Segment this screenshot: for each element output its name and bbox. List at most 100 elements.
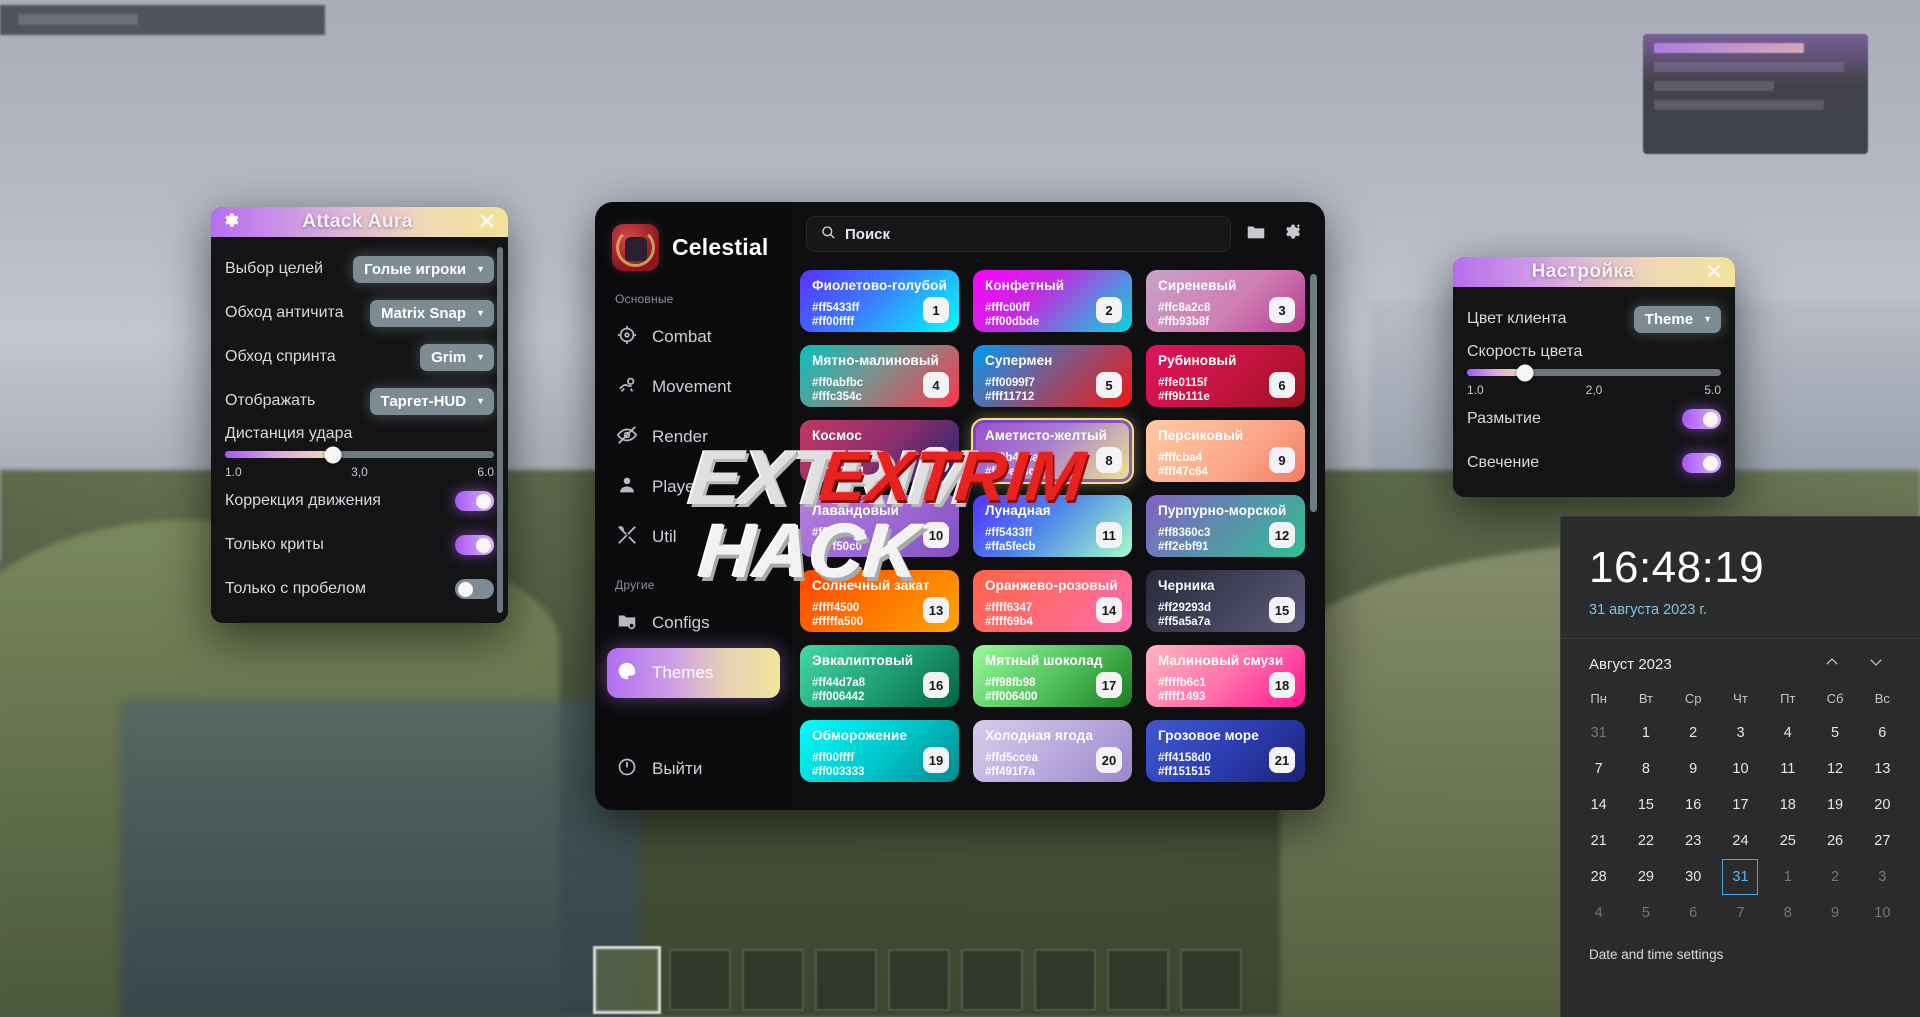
calendar-day[interactable]: 7 xyxy=(1575,751,1622,787)
display-dropdown[interactable]: Таргет-HUD ▼ xyxy=(369,387,494,415)
calendar-day[interactable]: 20 xyxy=(1859,787,1906,823)
calendar-day[interactable]: 6 xyxy=(1670,895,1717,931)
calendar-day[interactable]: 22 xyxy=(1622,823,1669,859)
chevron-up-icon[interactable] xyxy=(1810,653,1854,676)
sidebar-item-movement[interactable]: Movement xyxy=(607,362,780,412)
date-time-settings-link[interactable]: Date and time settings xyxy=(1561,931,1920,962)
calendar-day[interactable]: 10 xyxy=(1859,895,1906,931)
color-speed-slider[interactable] xyxy=(1467,364,1721,381)
settings-titlebar[interactable]: Настройка ✕ xyxy=(1453,257,1735,287)
theme-card[interactable]: Персиковый #fffcba4 #fff47c64 9 xyxy=(1146,420,1305,482)
sidebar-item-exit[interactable]: Выйти xyxy=(607,744,780,794)
calendar-day[interactable]: 24 xyxy=(1717,823,1764,859)
search-box[interactable] xyxy=(806,216,1231,252)
calendar-day[interactable]: 19 xyxy=(1811,787,1858,823)
sidebar-item-configs[interactable]: Configs xyxy=(607,598,780,648)
close-icon[interactable]: ✕ xyxy=(476,211,498,233)
attack-range-slider[interactable] xyxy=(225,446,494,463)
calendar-day[interactable]: 5 xyxy=(1811,715,1858,751)
theme-card[interactable]: Мятный шоколад #ff98fb98 #ff006400 17 xyxy=(973,645,1132,707)
attack-aura-scrollbar[interactable] xyxy=(497,247,503,613)
calendar-day[interactable]: 1 xyxy=(1622,715,1669,751)
glow-toggle[interactable] xyxy=(1682,453,1721,473)
calendar-day[interactable]: 8 xyxy=(1764,895,1811,931)
theme-card[interactable]: Мятно-малиновый #ff0abfbc #fffc354c 4 xyxy=(800,345,959,407)
theme-card[interactable]: Эвкалиптовый #ff44d7a8 #ff006442 16 xyxy=(800,645,959,707)
folder-icon[interactable] xyxy=(1245,221,1267,248)
chevron-down-icon[interactable] xyxy=(1854,653,1898,676)
theme-card[interactable]: Малиновый смузи #ffffb6c1 #ffff1493 18 xyxy=(1146,645,1305,707)
theme-card[interactable]: Конфетный #fffc00ff #ff00dbde 2 xyxy=(973,270,1132,332)
calendar-day[interactable]: 9 xyxy=(1811,895,1858,931)
calendar-day[interactable]: 17 xyxy=(1717,787,1764,823)
target-select-dropdown[interactable]: Голые игроки ▼ xyxy=(353,255,494,283)
blur-toggle[interactable] xyxy=(1682,409,1721,429)
sprint-bypass-dropdown[interactable]: Grim ▼ xyxy=(420,343,494,371)
calendar-day[interactable]: 23 xyxy=(1670,823,1717,859)
search-input[interactable] xyxy=(845,225,1217,243)
calendar-day[interactable]: 2 xyxy=(1811,859,1858,895)
calendar-day[interactable]: 13 xyxy=(1859,751,1906,787)
calendar-day[interactable]: 15 xyxy=(1622,787,1669,823)
calendar-day[interactable]: 9 xyxy=(1670,751,1717,787)
attack-aura-titlebar[interactable]: Attack Aura ✕ xyxy=(211,207,508,237)
calendar-month-label[interactable]: Август 2023 xyxy=(1589,656,1810,673)
calendar-day[interactable]: 25 xyxy=(1764,823,1811,859)
calendar-day[interactable]: 29 xyxy=(1622,859,1669,895)
calendar-day[interactable]: 11 xyxy=(1764,751,1811,787)
motion-correction-toggle[interactable] xyxy=(455,491,494,511)
sidebar-item-themes[interactable]: Themes xyxy=(607,648,780,698)
calendar-day[interactable]: 6 xyxy=(1859,715,1906,751)
calendar-day[interactable]: 18 xyxy=(1764,787,1811,823)
calendar-day[interactable]: 16 xyxy=(1670,787,1717,823)
settings-window[interactable]: Настройка ✕ Цвет клиента Theme ▼ Скорост… xyxy=(1453,257,1735,497)
anticheat-bypass-dropdown[interactable]: Matrix Snap ▼ xyxy=(370,299,494,327)
gear-sparkle-icon[interactable] xyxy=(1281,221,1303,248)
calendar-day[interactable]: 30 xyxy=(1670,859,1717,895)
theme-card[interactable]: Черника #ff29293d #ff5a5a7a 15 xyxy=(1146,570,1305,632)
slider-knob[interactable] xyxy=(1516,364,1534,381)
theme-card[interactable]: Супермен #ff0099f7 #fff11712 5 xyxy=(973,345,1132,407)
theme-card[interactable]: Космос #ffc33764 #ff1d2671 7 xyxy=(800,420,959,482)
calendar-day[interactable]: 21 xyxy=(1575,823,1622,859)
calendar-day[interactable]: 3 xyxy=(1859,859,1906,895)
calendar-day[interactable]: 2 xyxy=(1670,715,1717,751)
theme-card[interactable]: Аметисто-желтый #ff9b4dca #fff0e68c 8 xyxy=(971,418,1134,484)
theme-card[interactable]: Рубиновый #ffe0115f #ff9b111e 6 xyxy=(1146,345,1305,407)
calendar-day[interactable]: 7 xyxy=(1717,895,1764,931)
calendar-day-today[interactable]: 31 xyxy=(1717,859,1764,895)
theme-card[interactable]: Холодная ягода #ffd5ccea #ff491f7a 20 xyxy=(973,720,1132,782)
themes-scrollbar[interactable] xyxy=(1310,274,1317,512)
close-icon[interactable]: ✕ xyxy=(1703,261,1725,283)
theme-card[interactable]: Пурпурно-морской #ff8360c3 #ff2ebf91 12 xyxy=(1146,495,1305,557)
sidebar-item-player[interactable]: Player xyxy=(607,462,780,512)
calendar-day[interactable]: 12 xyxy=(1811,751,1858,787)
slider-knob[interactable] xyxy=(324,446,342,463)
calendar-day[interactable]: 31 xyxy=(1575,715,1622,751)
theme-card[interactable]: Фиолетово-голубой #ff5433ff #ff00ffff 1 xyxy=(800,270,959,332)
sidebar-item-render[interactable]: Render xyxy=(607,412,780,462)
theme-card[interactable]: Грозовое море #ff4158d0 #ff151515 21 xyxy=(1146,720,1305,782)
calendar-day[interactable]: 28 xyxy=(1575,859,1622,895)
calendar-day[interactable]: 27 xyxy=(1859,823,1906,859)
calendar-day[interactable]: 26 xyxy=(1811,823,1858,859)
calendar-day[interactable]: 5 xyxy=(1622,895,1669,931)
theme-card[interactable]: Оранжево-розовый #ffff6347 #ffff69b4 14 xyxy=(973,570,1132,632)
client-color-dropdown[interactable]: Theme ▼ xyxy=(1633,305,1721,333)
sidebar-item-combat[interactable]: Combat xyxy=(607,312,780,362)
crits-only-toggle[interactable] xyxy=(455,535,494,555)
calendar-day[interactable]: 14 xyxy=(1575,787,1622,823)
space-only-toggle[interactable] xyxy=(455,579,494,599)
theme-card[interactable]: Солнечный закат #ffff4500 #fffffa500 13 xyxy=(800,570,959,632)
calendar-day[interactable]: 3 xyxy=(1717,715,1764,751)
calendar-day[interactable]: 10 xyxy=(1717,751,1764,787)
attack-aura-window[interactable]: Attack Aura ✕ Выбор целей Голые игроки ▼… xyxy=(211,207,508,623)
calendar-day[interactable]: 1 xyxy=(1764,859,1811,895)
celestial-window[interactable]: Celestial Основные Combat Movement Rende… xyxy=(595,202,1325,810)
theme-card[interactable]: Обморожение #ff00ffff #ff003333 19 xyxy=(800,720,959,782)
theme-card[interactable]: Лунадная #ff5433ff #ffa5fecb 11 xyxy=(973,495,1132,557)
calendar-day[interactable]: 4 xyxy=(1575,895,1622,931)
calendar-day[interactable]: 4 xyxy=(1764,715,1811,751)
theme-card[interactable]: Лавандовый #ffb57edc #ff7f50c0 10 xyxy=(800,495,959,557)
theme-card[interactable]: Сиреневый #ffc8a2c8 #ffb93b8f 3 xyxy=(1146,270,1305,332)
